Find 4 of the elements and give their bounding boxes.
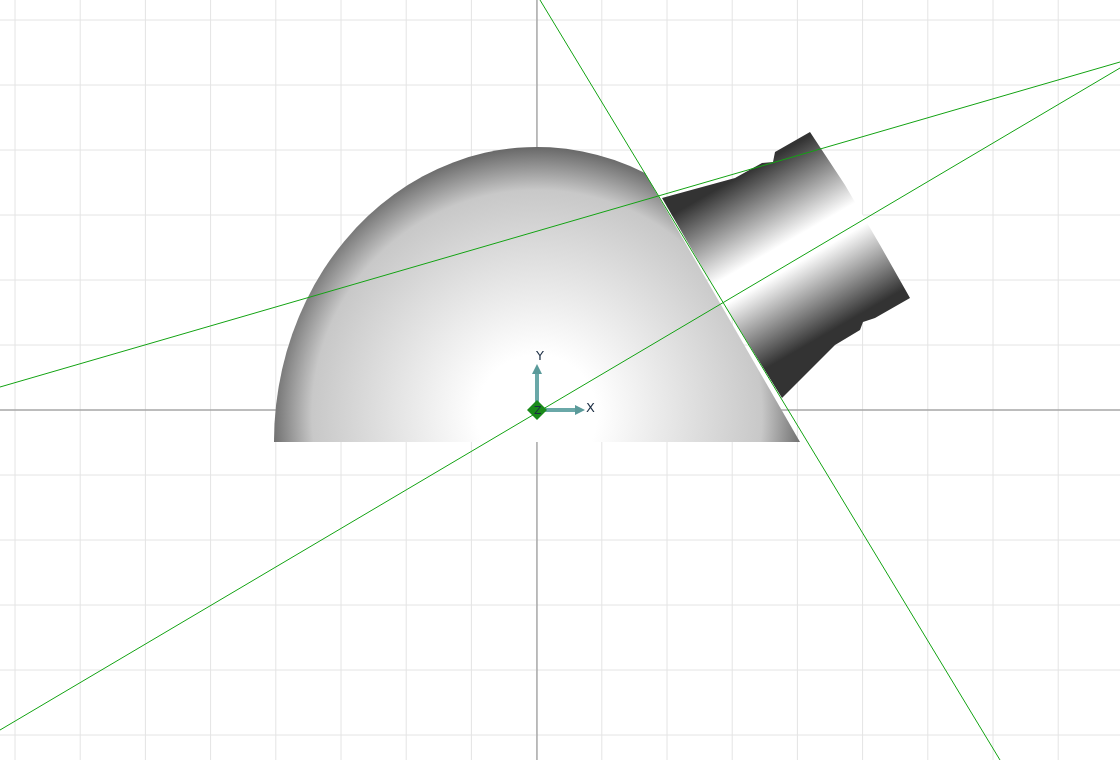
z-axis-label: Z (534, 404, 542, 417)
x-axis-label: X (586, 400, 595, 415)
origin-marker (527, 400, 547, 420)
y-axis-label: Y (536, 348, 544, 363)
